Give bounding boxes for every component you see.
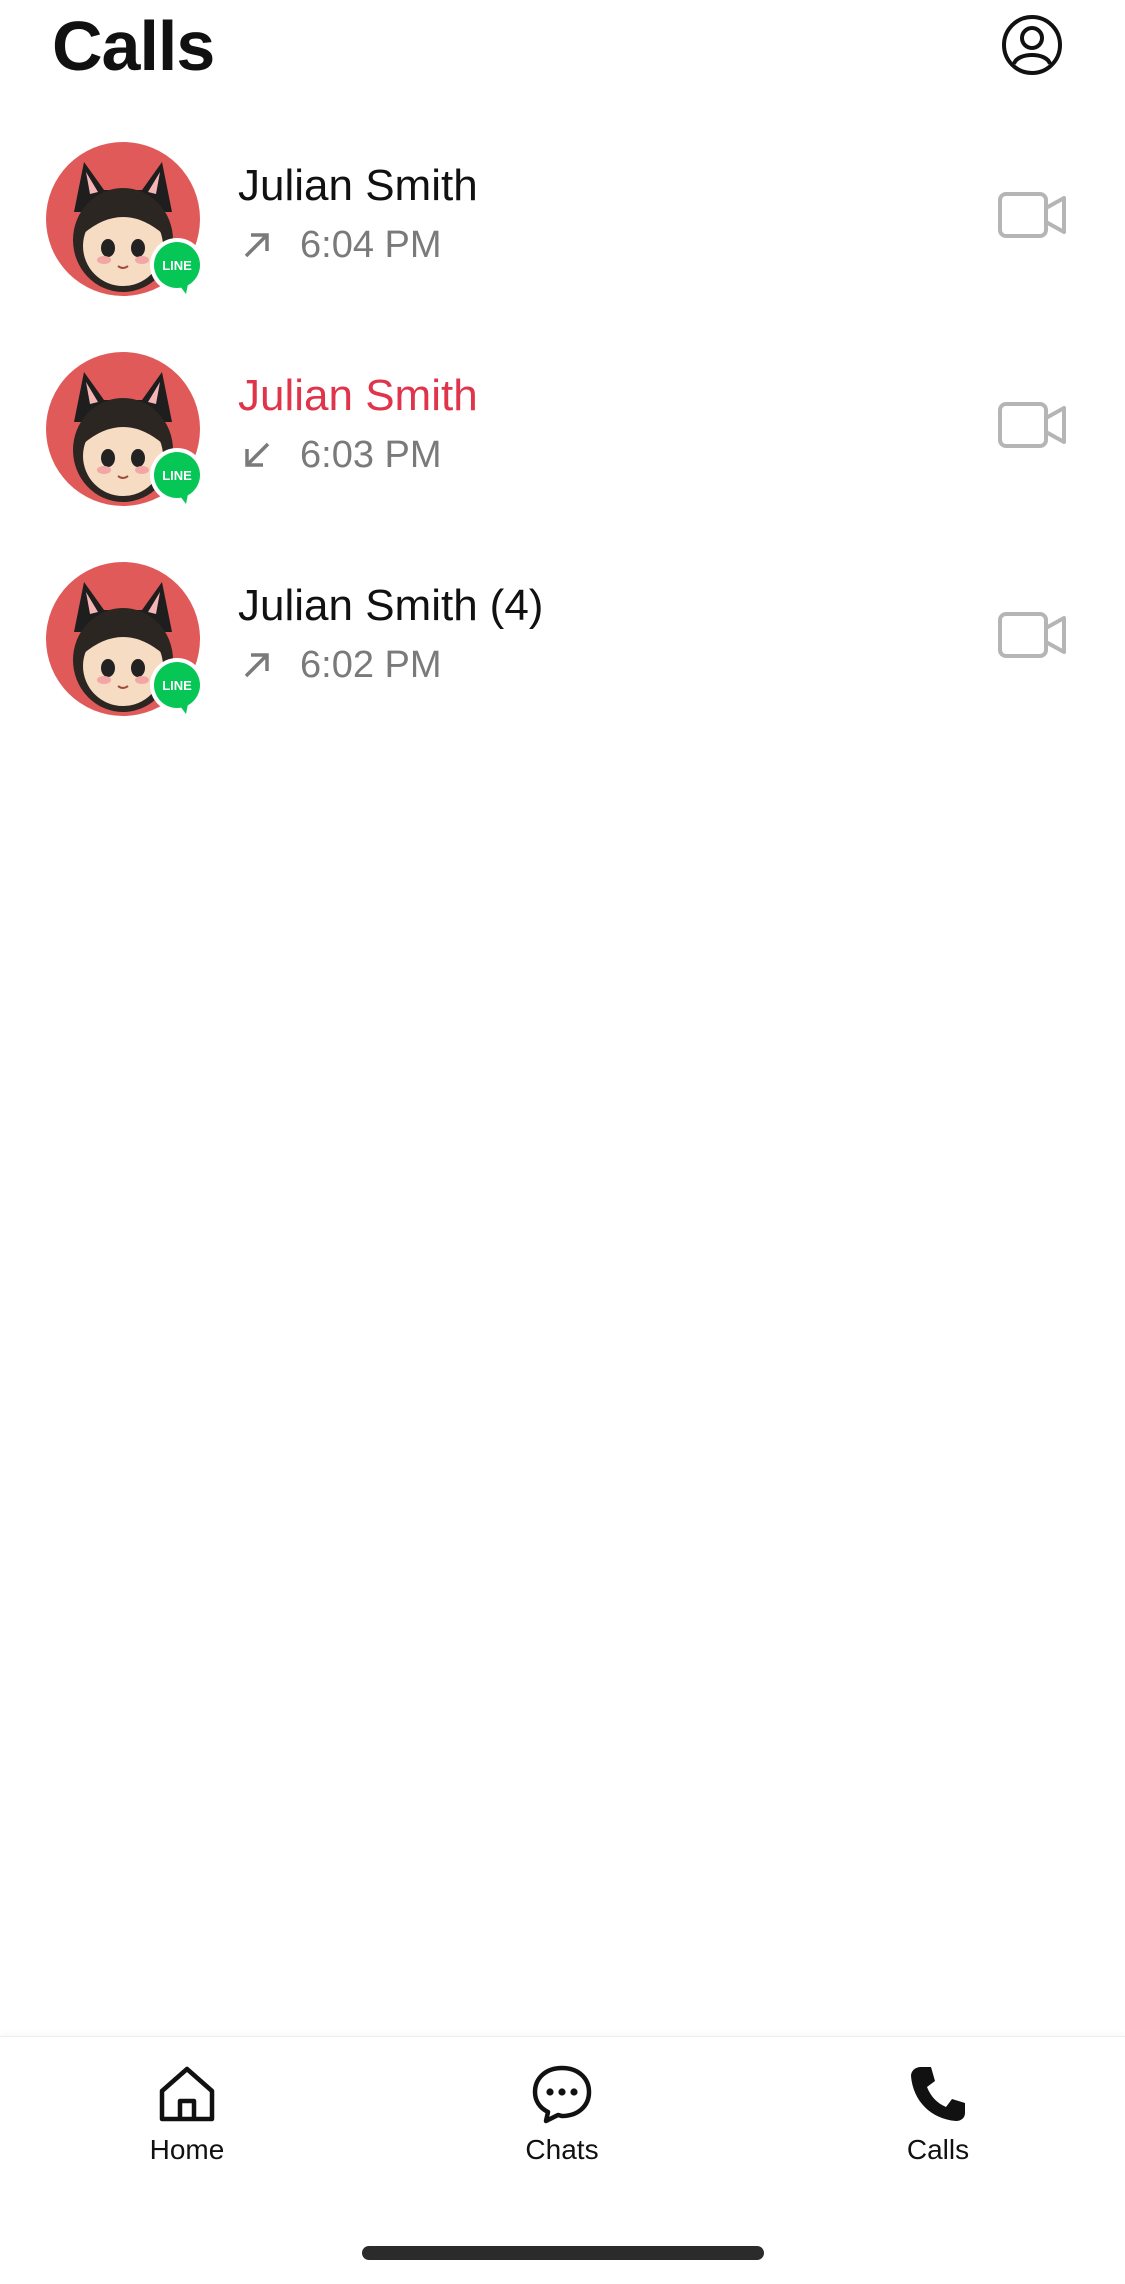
- caller-name: Julian Smith (4): [238, 580, 543, 632]
- tab-label: Calls: [906, 2134, 970, 2165]
- chat-bubble-icon: [532, 2065, 592, 2124]
- phone-icon: [911, 2067, 965, 2121]
- outgoing-call-arrow-icon: [244, 233, 269, 258]
- call-count: (4): [489, 581, 544, 630]
- call-time: 6:03 PM: [300, 434, 442, 476]
- caller-name-text: Julian Smith: [238, 581, 478, 630]
- tab-chats[interactable]: Chats: [482, 2063, 642, 2173]
- video-camera-icon: [998, 402, 1066, 448]
- calls-screen: Calls LINE Julian Smith 6:04 PM LINE Jul…: [0, 0, 1125, 2284]
- tab-home[interactable]: Home: [107, 2063, 267, 2173]
- call-time-line: 6:03 PM: [240, 432, 442, 478]
- incoming-call-arrow-icon: [245, 442, 270, 467]
- video-call-button[interactable]: [998, 610, 1066, 660]
- video-call-button[interactable]: [998, 400, 1066, 450]
- svg-text:LINE: LINE: [162, 678, 192, 693]
- home-indicator[interactable]: [362, 2246, 764, 2260]
- line-badge-icon: LINE: [150, 238, 204, 296]
- call-time-line: 6:04 PM: [240, 222, 442, 268]
- caller-name-text: Julian Smith: [238, 371, 478, 420]
- home-icon: [159, 2066, 215, 2122]
- tab-label: Chats: [525, 2134, 599, 2165]
- outgoing-call-arrow-icon: [244, 653, 269, 678]
- profile-button[interactable]: [1001, 14, 1063, 76]
- header: Calls: [0, 0, 1125, 100]
- page-title: Calls: [52, 7, 215, 85]
- profile-icon: [1002, 15, 1062, 75]
- caller-name: Julian Smith: [238, 160, 490, 212]
- line-badge-icon: LINE: [150, 448, 204, 506]
- tab-calls[interactable]: Calls: [858, 2063, 1018, 2173]
- video-camera-icon: [998, 612, 1066, 658]
- caller-name-text: Julian Smith: [238, 161, 478, 210]
- line-badge-icon: LINE: [150, 658, 204, 716]
- video-call-button[interactable]: [998, 190, 1066, 240]
- video-camera-icon: [998, 192, 1066, 238]
- call-time: 6:04 PM: [300, 224, 442, 266]
- caller-name: Julian Smith: [238, 370, 490, 422]
- call-row[interactable]: LINE Julian Smith 6:04 PM: [0, 130, 1125, 340]
- call-time: 6:02 PM: [300, 644, 442, 686]
- call-time-line: 6:02 PM: [240, 642, 442, 688]
- svg-text:LINE: LINE: [162, 258, 192, 273]
- tab-label: Home: [149, 2134, 225, 2165]
- call-row[interactable]: LINE Julian Smith (4) 6:02 PM: [0, 550, 1125, 760]
- svg-text:LINE: LINE: [162, 468, 192, 483]
- call-row[interactable]: LINE Julian Smith 6:03 PM: [0, 340, 1125, 550]
